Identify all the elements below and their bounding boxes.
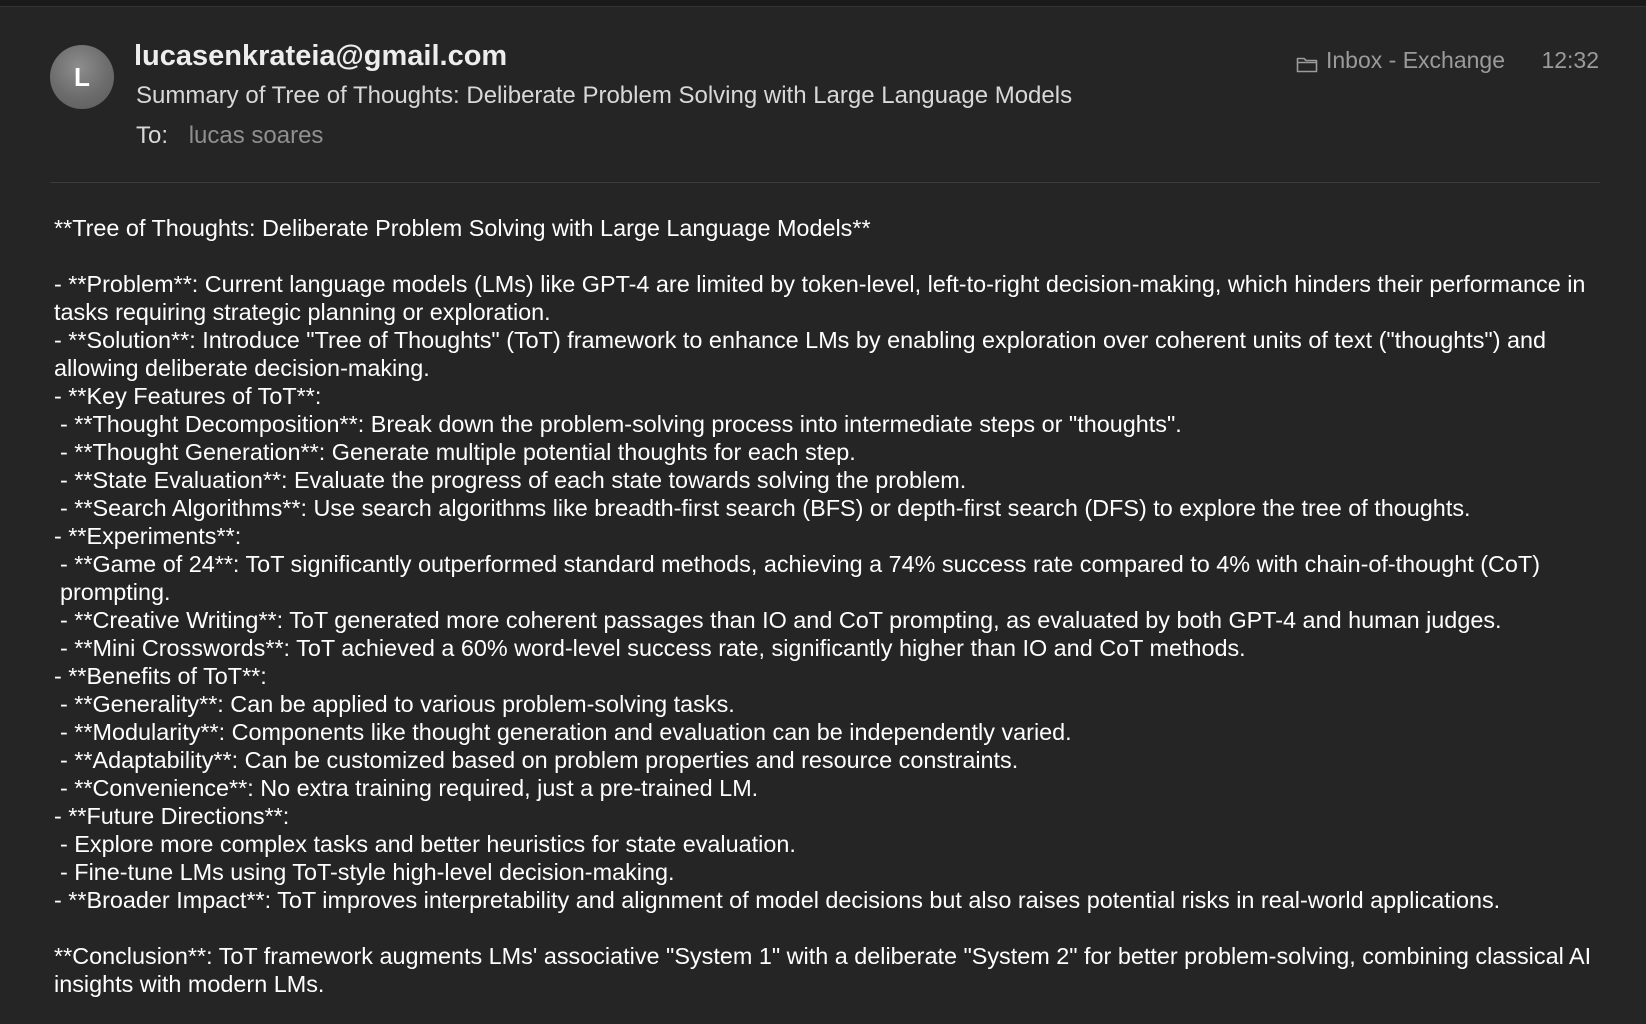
body-line: - **Creative Writing**: ToT generated mo… (60, 607, 1502, 633)
body-line: - **Problem**: Current language models (… (54, 271, 1586, 325)
mailbox-label: Inbox - Exchange (1326, 47, 1506, 73)
body-line: - **Solution**: Introduce "Tree of Thoug… (54, 327, 1547, 381)
body-line: - **State Evaluation**: Evaluate the pro… (60, 467, 967, 493)
body-line: - **Game of 24**: ToT significantly outp… (60, 551, 1540, 605)
body-line: - **Thought Decomposition**: Break down … (60, 411, 1182, 437)
body-line: - **Generality**: Can be applied to vari… (60, 691, 735, 717)
email-viewer: L lucasenkrateia@gmail.com Summary of Tr… (0, 0, 1646, 1024)
recipient-row: To: lucas soares (136, 122, 323, 150)
body-line: - **Search Algorithms**: Use search algo… (60, 495, 1471, 521)
email-subject: Summary of Tree of Thoughts: Deliberate … (136, 82, 1073, 109)
body-line: - **Convenience**: No extra training req… (60, 775, 759, 801)
body-line: - **Thought Generation**: Generate multi… (60, 439, 856, 465)
recipient-name[interactable]: lucas soares (189, 122, 324, 149)
email-body: **Tree of Thoughts: Deliberate Problem S… (54, 214, 1614, 998)
to-label: To: (136, 122, 169, 149)
received-time: 12:32 (1541, 47, 1599, 73)
sender-address[interactable]: lucasenkrateia@gmail.com (134, 40, 507, 73)
body-title: **Tree of Thoughts: Deliberate Problem S… (54, 215, 871, 241)
body-line: - **Key Features of ToT**: (54, 383, 322, 409)
body-line: - **Experiments**: (54, 523, 242, 549)
avatar[interactable]: L (50, 45, 114, 109)
body-line: - **Adaptability**: Can be customized ba… (60, 747, 1019, 773)
body-line: - **Future Directions**: (54, 803, 290, 829)
body-line: - **Modularity**: Components like though… (60, 719, 1072, 745)
header-divider (50, 182, 1600, 183)
body-line: - **Benefits of ToT**: (54, 663, 267, 689)
email-header: L lucasenkrateia@gmail.com Summary of Tr… (0, 0, 1646, 184)
body-conclusion: **Conclusion**: ToT framework augments L… (54, 943, 1592, 997)
mailbox-indicator[interactable]: Inbox - Exchange (1296, 47, 1505, 74)
body-line: - Fine-tune LMs using ToT-style high-lev… (60, 859, 675, 885)
body-line: - **Mini Crosswords**: ToT achieved a 60… (60, 635, 1246, 661)
folder-icon (1296, 52, 1318, 72)
body-line: - Explore more complex tasks and better … (60, 831, 796, 857)
body-line: - **Broader Impact**: ToT improves inter… (54, 887, 1501, 913)
